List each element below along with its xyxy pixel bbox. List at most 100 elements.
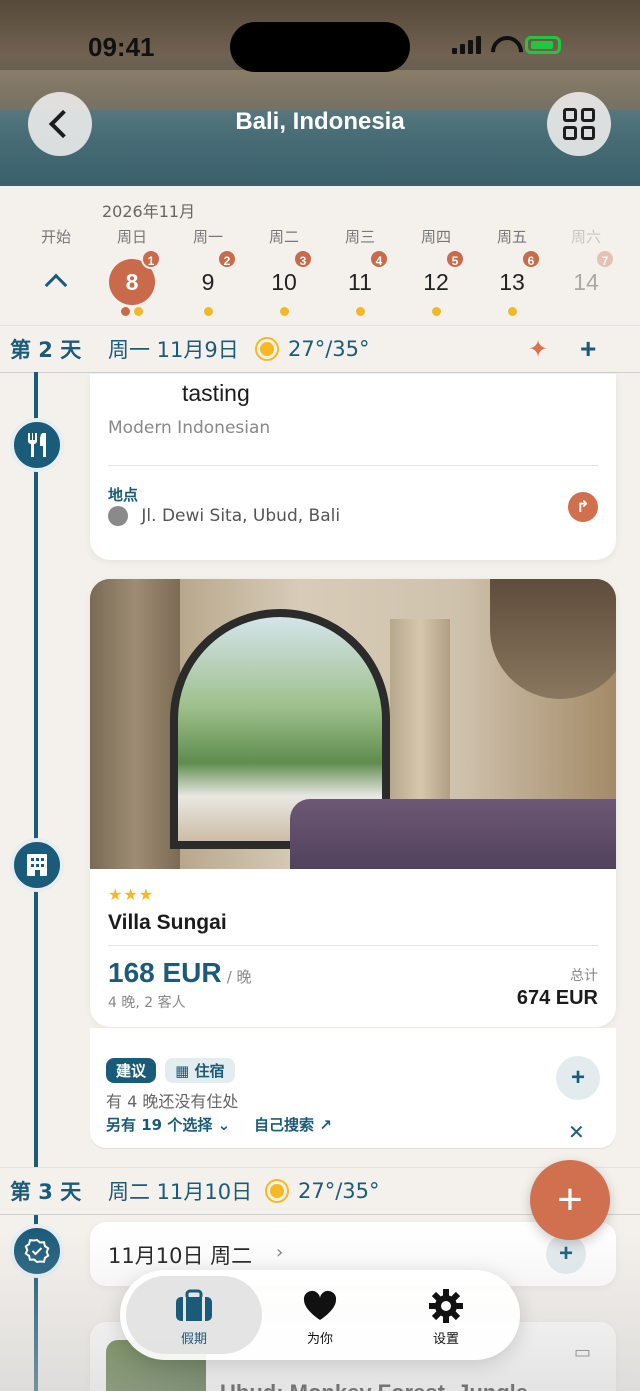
calendar-day[interactable]: 周四 12 5	[398, 226, 474, 316]
event-dots	[94, 307, 170, 316]
villa-card[interactable]: ★★★ Villa Sungai 168 EUR / 晚 4 晚, 2 客人 总…	[90, 579, 616, 1027]
stay-chip-label: 住宿	[194, 1062, 225, 1080]
day-number-text: 13	[499, 269, 525, 295]
day-number: 13 6	[489, 249, 541, 305]
sparkle-icon[interactable]: ✦	[528, 335, 548, 363]
suggestion-message: 有 4 晚还没有住处	[106, 1092, 239, 1111]
signal-icon	[452, 36, 481, 54]
checkin-icon	[10, 1224, 64, 1278]
restaurant-title: tasting	[182, 380, 250, 406]
address-row: Jl. Dewi Sita, Ubud, Bali	[108, 506, 340, 526]
dismiss-icon[interactable]: ✕	[568, 1120, 585, 1144]
restaurant-cuisine: Modern Indonesian	[108, 418, 271, 438]
calendar-start[interactable]: 开始	[18, 226, 94, 297]
weekday-label: 周四	[420, 228, 451, 246]
grid-icon-cell	[563, 126, 577, 140]
day-number: 81	[109, 249, 161, 305]
heart-icon	[252, 1288, 388, 1324]
fork-knife-icon	[28, 433, 46, 457]
comment-icon[interactable]: ▭	[574, 1342, 591, 1363]
page-title: Bali, Indonesia	[235, 108, 405, 135]
day-date: 周一 11月9日	[108, 338, 239, 362]
calendar-day[interactable]: 周三 11 4	[322, 226, 398, 316]
weekday-label: 周日	[116, 228, 147, 246]
day-number-text: 11	[348, 269, 372, 295]
day-date: 周二 11月10日	[108, 1180, 253, 1204]
suitcase-icon	[126, 1288, 262, 1324]
event-dots	[474, 307, 550, 316]
event-count-badge: 1	[141, 249, 161, 269]
total-price: 674 EUR	[516, 987, 598, 1009]
building-icon: ▦	[175, 1062, 190, 1080]
day-label: 第 2 天	[10, 338, 82, 362]
tab-bar: 假期 为你 设置	[120, 1270, 520, 1360]
divider	[108, 465, 598, 466]
event-dots	[322, 307, 398, 316]
calendar-day[interactable]: 周五 13 6	[474, 226, 550, 316]
event-count-badge: 4	[369, 249, 389, 269]
grid-icon	[563, 108, 577, 122]
event-count-badge: 5	[445, 249, 465, 269]
add-fab-button[interactable]: +	[530, 1160, 610, 1240]
suggest-chip: 建议	[106, 1058, 157, 1083]
day-number-text: 10	[271, 269, 297, 295]
grid-icon-cell	[581, 126, 595, 140]
restaurant-icon	[10, 418, 64, 472]
tab-label: 设置	[432, 1332, 459, 1347]
add-activity-button[interactable]: +	[546, 1234, 586, 1274]
weekday-label: 周六	[570, 228, 601, 246]
wifi-icon	[491, 36, 515, 54]
price-row: 168 EUR / 晚	[108, 957, 252, 989]
location-label: 地点	[108, 486, 139, 504]
day-label: 第 3 天	[10, 1180, 82, 1204]
battery-icon	[525, 36, 561, 54]
tab-holidays[interactable]: 假期	[126, 1276, 262, 1354]
event-dots	[246, 307, 322, 316]
day-number: 10 3	[261, 249, 313, 305]
address-text: Jl. Dewi Sita, Ubud, Bali	[141, 506, 341, 526]
day-number-text: 14	[573, 269, 599, 295]
sun-icon	[264, 1178, 290, 1204]
pin-icon	[108, 506, 128, 526]
day-number-text: 12	[423, 269, 449, 295]
event-count-badge: 6	[521, 249, 541, 269]
price-per-night: 168 EUR	[108, 957, 222, 988]
self-search-link[interactable]: 自己搜索 ↗	[254, 1114, 332, 1135]
directions-button[interactable]: ↱	[568, 492, 598, 522]
tab-settings[interactable]: 设置	[378, 1276, 514, 1354]
start-label: 开始	[40, 228, 71, 246]
calendar-day[interactable]: 周一 92	[170, 226, 246, 316]
calendar-day[interactable]: 周二 10 3	[246, 226, 322, 316]
day-number: 14 7	[563, 249, 615, 305]
weekday-label: 周三	[344, 228, 375, 246]
add-item-button[interactable]: +	[580, 333, 596, 365]
day-summary-title: 11月10日 周二	[108, 1244, 253, 1268]
grid-view-button[interactable]	[547, 92, 611, 156]
rating-stars: ★★★	[108, 885, 155, 904]
day-number-text: 8	[125, 269, 139, 295]
stay-chip: ▦ 住宿	[165, 1058, 235, 1083]
divider	[108, 945, 598, 946]
calendar-day[interactable]: 周日 81	[94, 226, 170, 316]
month-label: 2026年11月	[102, 202, 196, 221]
chevron-right-icon: ›	[276, 1242, 284, 1263]
restaurant-card[interactable]: tasting Modern Indonesian 地点 Jl. Dewi Si…	[90, 374, 616, 560]
weekday-label: 周五	[496, 228, 527, 246]
calendar-day[interactable]: 周六 14 7	[548, 226, 624, 305]
tab-for-you[interactable]: 为你	[252, 1276, 388, 1354]
activity-title: Ubud: Monkey Forest, Jungle	[220, 1380, 528, 1391]
add-stay-button[interactable]: +	[556, 1056, 600, 1100]
tab-label: 假期	[180, 1332, 207, 1347]
day-number-text: 9	[201, 269, 215, 295]
total-label: 总计	[570, 968, 598, 984]
chevron-up-icon	[44, 273, 68, 297]
building-icon	[27, 854, 47, 876]
event-dots	[170, 307, 246, 316]
verified-check-icon	[24, 1238, 50, 1264]
gear-icon	[378, 1288, 514, 1324]
more-options-link[interactable]: 另有 19 个选择 ⌄	[106, 1114, 230, 1135]
villa-name: Villa Sungai	[108, 911, 227, 934]
status-icons	[452, 36, 561, 54]
dynamic-island	[230, 22, 410, 72]
grid-icon-cell	[581, 108, 595, 122]
